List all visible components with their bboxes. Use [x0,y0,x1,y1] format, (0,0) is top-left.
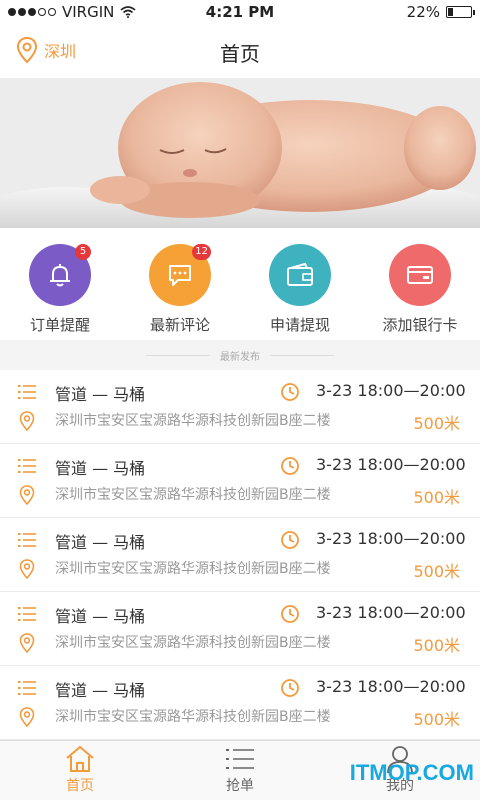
service-name: 管道 — 马桶 [55,385,146,404]
list-icon [226,749,254,769]
list-item[interactable]: 管道 — 马桶 3-23 18:00—20:00 深圳市宝安区宝源路华源科技创新… [0,518,480,592]
service-distance: 500米 [413,488,460,507]
list-icon [18,607,36,621]
service-time: 3-23 18:00—20:00 [316,529,466,548]
watermark: ITMOP.COM [349,760,474,785]
section-title: 最新发布 [220,351,260,363]
quick-withdraw[interactable]: 申请提现 [240,228,360,340]
location-pin-icon [19,707,35,727]
status-bar: VIRGIN 4:21 PM 22% [0,0,480,24]
list-item[interactable]: 管道 — 马桶 3-23 18:00—20:00 深圳市宝安区宝源路华源科技创新… [0,370,480,444]
divider-left [146,354,210,356]
location-pin-icon [19,633,35,653]
service-time: 3-23 18:00—20:00 [316,381,466,400]
service-address: 深圳市宝安区宝源路华源科技创新园B座二楼 [55,487,331,503]
list-icon [18,459,36,473]
list-icon [18,385,36,399]
bell-icon [50,264,70,287]
list-icon [18,533,36,547]
quick-actions: 5 订单提醒 12 最新评论 申请提现 添加银行卡 [0,228,480,340]
list-item[interactable]: 管道 — 马桶 3-23 18:00—20:00 深圳市宝安区宝源路华源科技创新… [0,444,480,518]
withdraw-label: 申请提现 [269,316,330,334]
service-address: 深圳市宝安区宝源路华源科技创新园B座二楼 [55,709,331,725]
latest-comments-circle: 12 [149,244,211,306]
baby-photo [0,78,480,228]
order-reminder-badge: 5 [75,244,91,260]
divider-right [270,354,334,356]
location-pin-icon [19,485,35,505]
battery-percent: 22% [406,3,440,21]
clock-icon [281,383,299,401]
battery-group: 22% [406,3,475,21]
list-item[interactable]: 管道 — 马桶 3-23 18:00—20:00 深圳市宝安区宝源路华源科技创新… [0,666,480,740]
clock-icon [281,605,299,623]
page-title: 首页 [220,42,260,66]
service-address: 深圳市宝安区宝源路华源科技创新园B座二楼 [55,561,331,577]
service-time: 3-23 18:00—20:00 [316,455,466,474]
tab-home[interactable]: 首页 [0,741,160,800]
clock-icon [281,679,299,697]
service-name: 管道 — 马桶 [55,459,146,478]
service-name: 管道 — 马桶 [55,607,146,626]
service-distance: 500米 [413,414,460,433]
list-item[interactable]: 管道 — 马桶 3-23 18:00—20:00 深圳市宝安区宝源路华源科技创新… [0,592,480,666]
quick-add-bank-card[interactable]: 添加银行卡 [360,228,480,340]
tab-home-label: 首页 [66,778,94,794]
service-name: 管道 — 马桶 [55,681,146,700]
service-address: 深圳市宝安区宝源路华源科技创新园B座二楼 [55,635,331,651]
list-icon [18,681,36,695]
service-distance: 500米 [413,710,460,729]
clock-icon [281,531,299,549]
tab-grab-orders-label: 抢单 [226,778,254,794]
add-bank-card-label: 添加银行卡 [382,316,458,334]
clock-icon [281,457,299,475]
chat-icon [169,265,191,286]
withdraw-circle [269,244,331,306]
tab-grab-orders[interactable]: 抢单 [160,741,320,800]
order-list: 管道 — 马桶 3-23 18:00—20:00 深圳市宝安区宝源路华源科技创新… [0,370,480,740]
nav-bar: 深圳 首页 [0,24,480,78]
location-pin-icon [19,559,35,579]
service-time: 3-23 18:00—20:00 [316,603,466,622]
service-distance: 500米 [413,562,460,581]
quick-order-reminder[interactable]: 5 订单提醒 [0,228,120,340]
location-pin-icon [19,411,35,431]
latest-comments-label: 最新评论 [149,316,210,334]
add-bank-card-circle [389,244,451,306]
quick-latest-comments[interactable]: 12 最新评论 [120,228,240,340]
latest-comments-badge: 12 [192,244,211,260]
service-name: 管道 — 马桶 [55,533,146,552]
card-icon [407,266,433,284]
service-distance: 500米 [413,636,460,655]
order-reminder-circle: 5 [29,244,91,306]
service-address: 深圳市宝安区宝源路华源科技创新园B座二楼 [55,413,331,429]
home-icon [66,745,94,772]
wallet-icon [287,262,313,286]
service-time: 3-23 18:00—20:00 [316,677,466,696]
banner-image[interactable] [0,78,480,228]
tab-bar: 首页 抢单 我的 ITMOP.COM [0,740,480,800]
section-header: 最新发布 [0,340,480,370]
order-reminder-label: 订单提醒 [29,316,90,334]
battery-icon [446,6,475,18]
